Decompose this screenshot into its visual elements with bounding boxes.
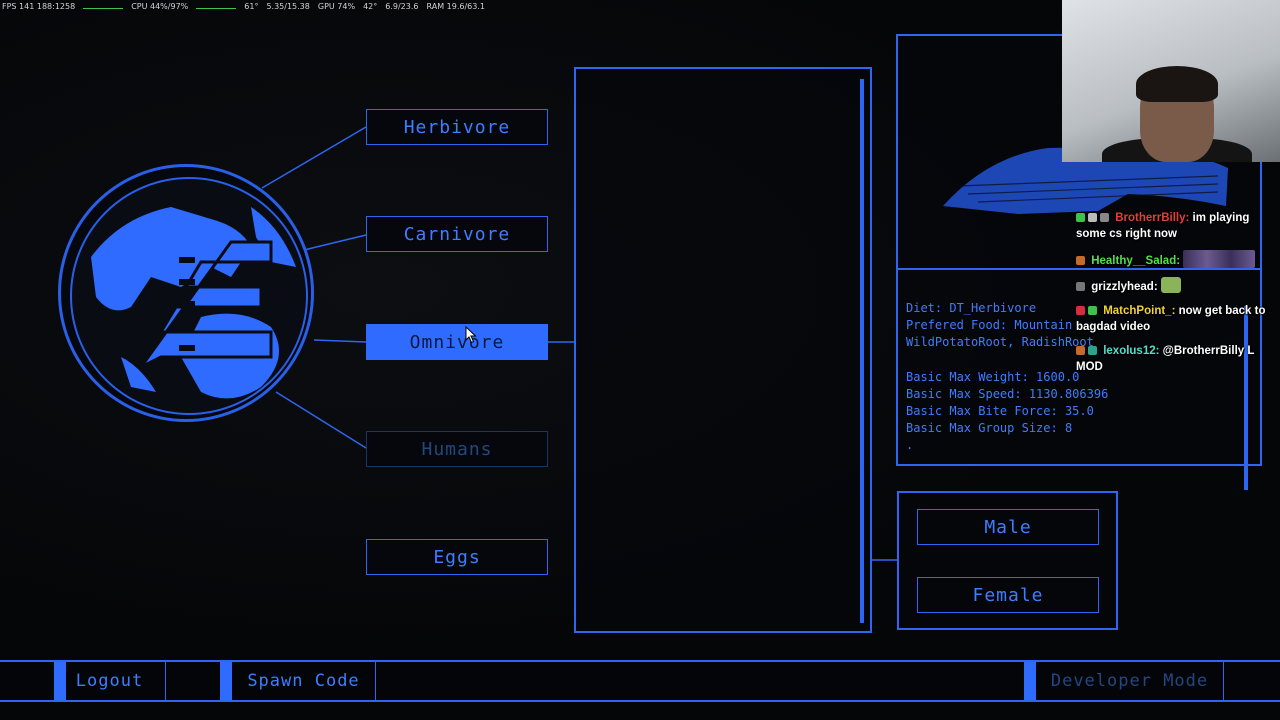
chat-message: lexolus12: @BrotherrBilly L MOD	[1076, 343, 1276, 375]
badge-icon	[1076, 282, 1085, 291]
cpu-graph	[196, 3, 237, 9]
badge-icon	[1076, 346, 1085, 355]
category-carnivore-button[interactable]: Carnivore	[366, 216, 548, 252]
chat-message: grizzlyhead:	[1076, 277, 1276, 295]
ram-readout: RAM 19.6/63.1	[426, 1, 485, 11]
cpu-readout: CPU 44%/97%	[131, 1, 189, 11]
badge-icon	[1088, 306, 1097, 315]
bottom-bar: Logout Spawn Code Developer Mode	[0, 660, 1280, 702]
developer-mode-label: Developer Mode	[1050, 671, 1209, 691]
gpu-readout: GPU 74%	[317, 1, 356, 11]
fps-graph	[83, 3, 124, 9]
category-label: Eggs	[433, 546, 481, 568]
category-label: Omnivore	[409, 331, 505, 353]
female-label: Female	[972, 584, 1044, 606]
category-humans-button[interactable]: Humans	[366, 431, 548, 467]
chat-message: Healthy__Salad:	[1076, 250, 1276, 269]
mem-readout: 5.35/15.38	[266, 1, 310, 11]
chat-username: BrotherrBilly:	[1115, 212, 1190, 224]
performance-overlay: FPS 141 188:1258 CPU 44%/97% 61° 5.35/15…	[0, 0, 520, 12]
spawn-code-button[interactable]: Spawn Code	[220, 662, 376, 700]
category-omnivore-button[interactable]: Omnivore	[366, 324, 548, 360]
game-logo	[58, 164, 314, 422]
button-tab	[54, 662, 66, 700]
max-group-size-text: Basic Max Group Size: 8	[906, 421, 1073, 435]
mouse-cursor-icon	[465, 326, 477, 344]
badge-icon	[1100, 213, 1109, 222]
fps-readout: FPS 141 188:1258	[2, 1, 76, 11]
category-eggs-button[interactable]: Eggs	[366, 539, 548, 575]
chat-username: MatchPoint_:	[1103, 305, 1176, 317]
logout-label: Logout	[75, 671, 144, 691]
gender-panel: Male Female	[897, 491, 1118, 630]
emote-icon	[1183, 250, 1256, 268]
badge-icon	[1076, 306, 1085, 315]
badge-icon	[1088, 346, 1097, 355]
streamer-hair	[1136, 66, 1218, 102]
male-label: Male	[984, 516, 1032, 538]
webcam-overlay	[1062, 0, 1280, 162]
list-scrollbar[interactable]	[860, 79, 864, 623]
chat-username: Healthy__Salad:	[1091, 255, 1181, 267]
chat-username: grizzlyhead:	[1091, 281, 1158, 293]
species-list-panel[interactable]	[574, 67, 872, 633]
vram-readout: 6.9/23.6	[385, 1, 419, 11]
chat-message: BrotherrBilly: im playing some cs right …	[1076, 210, 1276, 242]
chat-message: MatchPoint_: now get back to bagdad vide…	[1076, 303, 1276, 335]
badge-icon	[1076, 256, 1085, 265]
max-speed-text: Basic Max Speed: 1130.806396	[906, 387, 1109, 401]
spawn-code-label: Spawn Code	[247, 671, 360, 691]
emote-icon	[1160, 277, 1181, 293]
male-button[interactable]: Male	[917, 509, 1099, 545]
chat-username: lexolus12:	[1103, 345, 1160, 357]
female-button[interactable]: Female	[917, 577, 1099, 613]
button-tab	[1024, 662, 1036, 700]
gpu-temp-readout: 42°	[363, 1, 378, 11]
cpu-temp-readout: 61°	[244, 1, 259, 11]
chat-overlay: BrotherrBilly: im playing some cs right …	[1076, 210, 1276, 383]
category-herbivore-button[interactable]: Herbivore	[366, 109, 548, 145]
logout-button[interactable]: Logout	[54, 662, 166, 700]
button-tab	[220, 662, 232, 700]
info-trailing-dot: .	[906, 438, 914, 452]
badge-icon	[1076, 213, 1085, 222]
category-label: Carnivore	[403, 223, 511, 245]
badge-icon	[1088, 213, 1097, 222]
category-label: Humans	[421, 438, 493, 460]
max-bite-force-text: Basic Max Bite Force: 35.0	[906, 404, 1094, 418]
developer-mode-button[interactable]: Developer Mode	[1024, 662, 1224, 700]
category-label: Herbivore	[403, 116, 511, 138]
